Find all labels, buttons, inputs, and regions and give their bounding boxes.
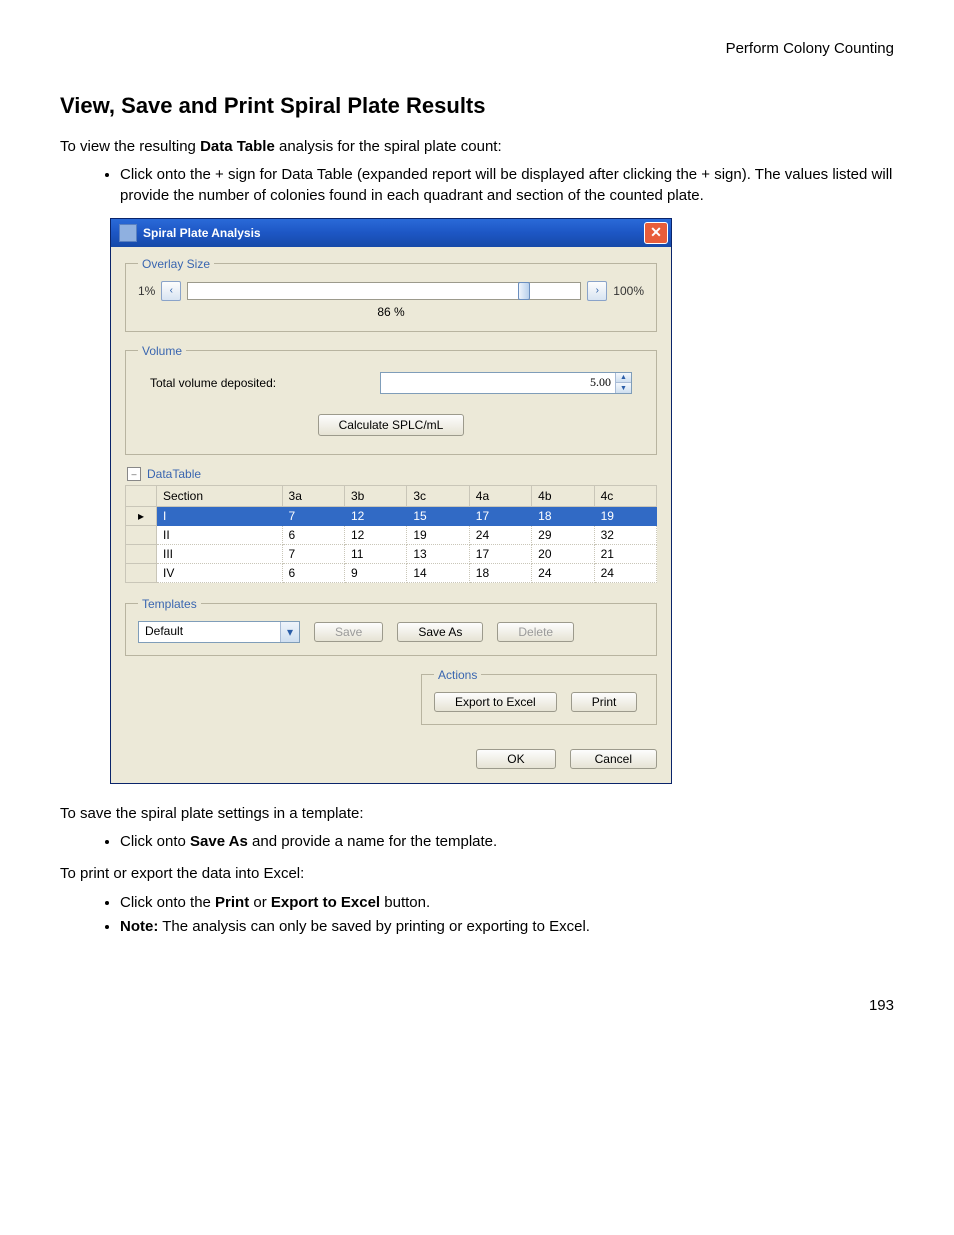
calculate-button[interactable]: Calculate SPLC/mL [318,414,465,436]
note-bullet: Note: The analysis can only be saved by … [120,917,894,937]
volume-group: Volume Total volume deposited: ▲ ▼ Calcu… [125,344,657,455]
triangle-up-icon: ▲ [620,374,627,381]
overlay-min-label: 1% [138,284,155,298]
export-excel-button[interactable]: Export to Excel [434,692,557,712]
app-icon [119,224,137,242]
spiral-plate-dialog: Spiral Plate Analysis ✕ Overlay Size 1% … [110,218,672,784]
volume-input[interactable] [381,373,615,393]
volume-legend: Volume [138,344,186,358]
datatable-header[interactable]: – DataTable [127,467,657,481]
table-header[interactable]: 4a [469,485,531,506]
table-header[interactable]: 4b [532,485,594,506]
template-save-button: Save [314,622,383,642]
intro-paragraph: To view the resulting Data Table analysi… [60,137,894,157]
table-row[interactable]: ▸I71215171819 [126,506,657,525]
triangle-down-icon: ▼ [620,385,627,392]
save-intro: To save the spiral plate settings in a t… [60,804,894,824]
page-number: 193 [60,997,894,1014]
table-header[interactable]: 3b [344,485,406,506]
window-title: Spiral Plate Analysis [143,226,261,240]
table-header[interactable]: 3c [407,485,469,506]
page-title: View, Save and Print Spiral Plate Result… [60,93,894,119]
table-row[interactable]: IV6914182424 [126,563,657,582]
slider-track[interactable] [187,282,581,300]
template-selected: Default [139,622,280,642]
table-row[interactable]: II61219242932 [126,525,657,544]
spin-down-button[interactable]: ▼ [615,382,631,393]
page-header: Perform Colony Counting [60,40,894,57]
combo-dropdown-button[interactable]: ▾ [280,622,299,642]
cancel-button[interactable]: Cancel [570,749,657,769]
template-combo[interactable]: Default ▾ [138,621,300,643]
collapse-icon[interactable]: – [127,467,141,481]
spin-up-button[interactable]: ▲ [615,373,631,383]
intro-bullet: Click onto the + sign for Data Table (ex… [120,165,894,206]
volume-spinner[interactable]: ▲ ▼ [380,372,632,394]
slider-thumb[interactable] [518,282,530,300]
template-delete-button: Delete [497,622,574,642]
data-table: Section3a3b3c4a4b4c ▸I71215171819II61219… [125,485,657,583]
overlay-legend: Overlay Size [138,257,214,271]
templates-group: Templates Default ▾ Save Save As Delete [125,597,657,656]
templates-legend: Templates [138,597,201,611]
table-row[interactable]: III71113172021 [126,544,657,563]
datatable-label: DataTable [147,467,201,481]
close-icon: ✕ [650,224,662,241]
chevron-right-icon: › [596,285,599,296]
print-button[interactable]: Print [571,692,638,712]
slider-left-button[interactable]: ‹ [161,281,181,301]
table-header[interactable]: 4c [594,485,656,506]
ok-button[interactable]: OK [476,749,555,769]
actions-group: Actions Export to Excel Print [421,668,657,725]
close-button[interactable]: ✕ [644,222,668,244]
print-intro: To print or export the data into Excel: [60,864,894,884]
titlebar: Spiral Plate Analysis ✕ [111,219,671,247]
table-header[interactable]: Section [157,485,283,506]
save-bullet: Click onto Save As and provide a name fo… [120,832,894,852]
print-bullet: Click onto the Print or Export to Excel … [120,893,894,913]
overlay-size-group: Overlay Size 1% ‹ › 100% 86 % [125,257,657,332]
chevron-left-icon: ‹ [170,285,173,296]
table-header[interactable]: 3a [282,485,344,506]
overlay-max-label: 100% [613,284,644,298]
template-saveas-button[interactable]: Save As [397,622,483,642]
chevron-down-icon: ▾ [281,623,299,641]
actions-legend: Actions [434,668,481,682]
volume-label: Total volume deposited: [150,376,276,390]
slider-right-button[interactable]: › [587,281,607,301]
overlay-value: 86 % [138,305,644,319]
